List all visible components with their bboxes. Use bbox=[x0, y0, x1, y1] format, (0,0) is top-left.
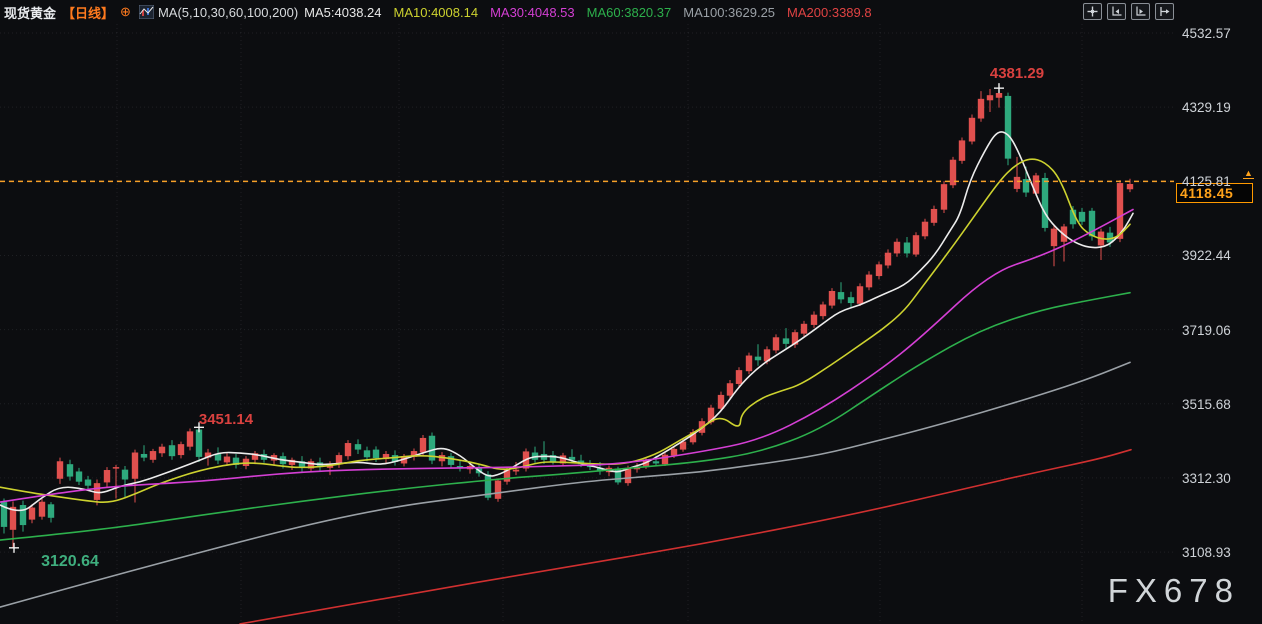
jump-to-latest-icon[interactable] bbox=[1155, 3, 1174, 20]
ma200-line bbox=[240, 450, 1131, 624]
candles-layer bbox=[1, 88, 1133, 548]
high-low-cross-marker bbox=[9, 543, 19, 553]
price-annotation: 4381.29 bbox=[990, 65, 1044, 82]
price-axis[interactable]: ▲ 4118.45 4532.574329.194125.813922.4437… bbox=[1180, 0, 1262, 624]
ma-values: MA5:4038.24 MA10:4008.14 MA30:4048.53 MA60:… bbox=[304, 5, 883, 20]
ma-value-label: MA60:3820.37 bbox=[587, 5, 672, 20]
high-low-cross-marker bbox=[994, 83, 1004, 93]
axis-tick-label: 3922.44 bbox=[1182, 248, 1231, 263]
price-annotation: 3451.14 bbox=[199, 411, 254, 428]
symbol-name: 现货黄金 bbox=[4, 3, 56, 22]
auto-scroll-icon[interactable] bbox=[1131, 3, 1150, 20]
axis-tick-label: 4125.81 bbox=[1182, 174, 1231, 189]
ma-value-label: MA30:4048.53 bbox=[490, 5, 575, 20]
ma-group-label: MA(5,10,30,60,100,200) bbox=[158, 5, 298, 20]
ma-value-label: MA100:3629.25 bbox=[683, 5, 775, 20]
axis-tick-label: 3515.68 bbox=[1182, 397, 1231, 412]
link-circle-plus-icon[interactable]: ⊕ bbox=[120, 4, 131, 20]
axis-tick-label: 3719.06 bbox=[1182, 323, 1231, 338]
period-label[interactable]: 【日线】 bbox=[62, 3, 114, 22]
pan-icon[interactable] bbox=[1083, 3, 1102, 20]
scale-left-icon[interactable] bbox=[1107, 3, 1126, 20]
chart-header: 现货黄金 【日线】 ⊕ MA(5,10,30,60,100,200) MA5:4… bbox=[0, 0, 1262, 24]
axis-tick-label: 3108.93 bbox=[1182, 545, 1231, 560]
axis-tick-label: 3312.30 bbox=[1182, 471, 1231, 486]
chart-toolbar bbox=[1083, 3, 1174, 20]
price-annotation: 3120.64 bbox=[41, 553, 99, 570]
ma-value-label: MA200:3389.8 bbox=[787, 5, 872, 20]
axis-tick-label: 4329.19 bbox=[1182, 100, 1231, 115]
price-alert-arrow-icon: ▲ bbox=[1243, 169, 1254, 179]
ma-indicator-icon bbox=[139, 5, 154, 19]
ma-value-label: MA5:4038.24 bbox=[304, 5, 381, 20]
ma100-line bbox=[0, 362, 1130, 607]
ma30-line bbox=[0, 210, 1133, 503]
ma-value-label: MA10:4008.14 bbox=[394, 5, 479, 20]
trading-chart-window: 4381.293451.143120.64 FX678 现货黄金 【日线】 ⊕ … bbox=[0, 0, 1262, 624]
price-chart-canvas[interactable]: 4381.29 3451.14 3120.64 bbox=[0, 0, 1262, 624]
axis-tick-label: 4532.57 bbox=[1182, 26, 1231, 41]
